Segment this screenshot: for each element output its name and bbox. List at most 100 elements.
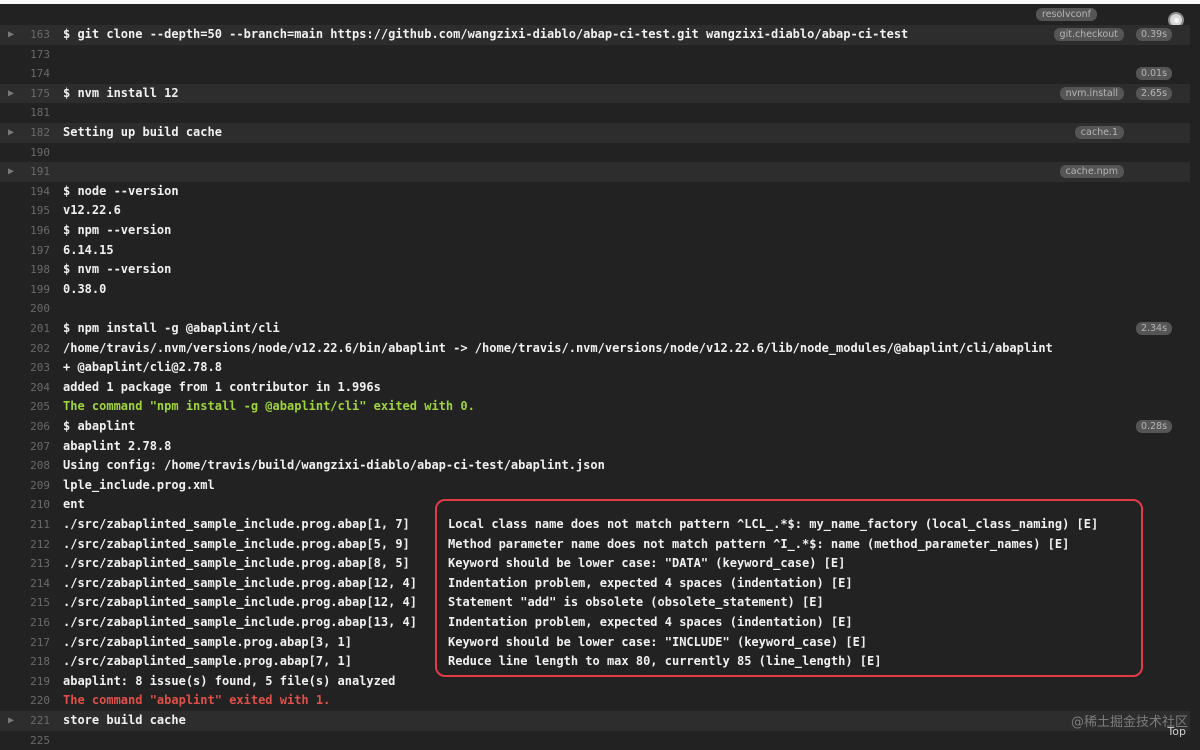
line-number[interactable]: 205 — [22, 397, 50, 417]
line-text: + @abaplint/cli@2.78.8 — [63, 360, 222, 375]
log-line: 219 abaplint: 8 issue(s) found, 5 file(s)… — [0, 672, 1190, 692]
line-number[interactable]: 210 — [22, 495, 50, 515]
lint-message: Keyword should be lower case: "DATA" (ke… — [448, 556, 846, 571]
fold-tag[interactable]: git.checkout — [1053, 28, 1124, 41]
fold-arrow-icon[interactable]: ▶ — [8, 162, 18, 182]
line-number[interactable]: 213 — [22, 554, 50, 574]
log-line: 217 ./src/zabaplinted_sample.prog.abap[3,… — [0, 633, 1190, 653]
line-number[interactable]: 200 — [22, 299, 50, 319]
line-number[interactable]: 204 — [22, 378, 50, 398]
line-number[interactable]: 194 — [22, 182, 50, 202]
log-line: 194 $ node --version — [0, 182, 1190, 202]
line-number[interactable]: 198 — [22, 260, 50, 280]
line-number[interactable]: 196 — [22, 221, 50, 241]
line-text: abaplint 2.78.8 — [63, 438, 172, 453]
line-text: added 1 package from 1 contributor in 1.… — [63, 379, 381, 394]
top-edge — [0, 0, 1200, 4]
line-text: The command "npm install -g @abaplint/cl… — [63, 399, 475, 414]
duration-badge: 0.01s — [1136, 67, 1172, 81]
line-text: /home/travis/.nvm/versions/node/v12.22.6… — [63, 340, 1053, 355]
fold-tag[interactable]: cache.npm — [1059, 165, 1124, 179]
line-number[interactable]: 202 — [22, 339, 50, 359]
line-number[interactable]: 217 — [22, 633, 50, 653]
log-line: 208 Using config: /home/travis/build/wang… — [0, 456, 1190, 476]
line-number[interactable]: 203 — [22, 358, 50, 378]
line-number[interactable]: 218 — [22, 652, 50, 672]
log-line: 225 — [0, 731, 1190, 750]
log-line: 201 $ npm install -g @abaplint/cli 2.34s — [0, 319, 1190, 339]
line-number[interactable]: 216 — [22, 613, 50, 633]
fold-arrow-icon[interactable]: ▶ — [8, 25, 18, 45]
line-number[interactable]: 225 — [22, 731, 50, 750]
line-number[interactable]: 190 — [22, 143, 50, 163]
line-number[interactable]: 195 — [22, 201, 50, 221]
line-number[interactable]: 173 — [22, 45, 50, 65]
line-number[interactable]: 208 — [22, 456, 50, 476]
line-text: 6.14.15 — [63, 242, 114, 257]
line-text: ./src/zabaplinted_sample_include.prog.ab… — [63, 595, 418, 610]
line-number[interactable]: 174 — [22, 64, 50, 84]
line-text: The command "abaplint" exited with 1. — [63, 693, 331, 708]
lint-message: Keyword should be lower case: "INCLUDE" … — [448, 634, 868, 649]
line-number[interactable]: 211 — [22, 515, 50, 535]
log-line: 218 ./src/zabaplinted_sample.prog.abap[7,… — [0, 652, 1190, 672]
fold-tag-resolvconf[interactable]: resolvconf — [1036, 8, 1097, 21]
log-line: 205 The command "npm install -g @abaplint… — [0, 397, 1190, 417]
log-line: 196 $ npm --version — [0, 221, 1190, 241]
line-text: $ abaplint — [63, 419, 136, 433]
line-number[interactable]: 221 — [22, 711, 50, 731]
log-line[interactable]: ▶ 221 store build cache — [0, 711, 1190, 731]
log-line[interactable]: ▶ 182 Setting up build cache cache.1 — [0, 123, 1190, 143]
line-number[interactable]: 181 — [22, 103, 50, 123]
line-number[interactable]: 197 — [22, 241, 50, 261]
fold-arrow-icon[interactable]: ▶ — [8, 84, 18, 104]
duration-badge: 2.34s — [1136, 322, 1172, 335]
log-line: 173 — [0, 45, 1190, 65]
log-line: 207 abaplint 2.78.8 — [0, 437, 1190, 457]
line-number[interactable]: 206 — [22, 417, 50, 437]
duration-badge: 0.28s — [1136, 420, 1172, 433]
line-text: ./src/zabaplinted_sample_include.prog.ab… — [63, 615, 418, 629]
log-line: 203 + @abaplint/cli@2.78.8 — [0, 358, 1190, 378]
line-text: v12.22.6 — [63, 203, 121, 218]
log-line[interactable]: ▶ 191 cache.npm — [0, 162, 1190, 182]
line-text: $ nvm install 12 — [63, 85, 179, 100]
lint-message: Method parameter name does not match pat… — [448, 536, 1070, 551]
line-number[interactable]: 219 — [22, 672, 50, 692]
line-number[interactable]: 207 — [22, 437, 50, 457]
line-number[interactable]: 191 — [22, 162, 50, 182]
line-text: $ git clone --depth=50 --branch=main htt… — [63, 27, 909, 41]
log-line: 200 — [0, 299, 1190, 319]
line-text: 0.38.0 — [63, 281, 107, 296]
line-number[interactable]: 163 — [22, 25, 50, 45]
fold-arrow-icon[interactable]: ▶ — [8, 123, 18, 143]
log-line: 215 ./src/zabaplinted_sample_include.prog… — [0, 593, 1190, 613]
line-text: $ node --version — [63, 183, 179, 198]
fold-arrow-icon[interactable]: ▶ — [8, 711, 18, 731]
line-text: abaplint: 8 issue(s) found, 5 file(s) an… — [63, 673, 396, 688]
duration-badge: 2.65s — [1136, 86, 1172, 100]
log-line[interactable]: ▶ 175 $ nvm install 12 nvm.install 2.65s — [0, 83, 1190, 104]
log-line: 181 — [0, 103, 1190, 123]
line-number[interactable]: 215 — [22, 593, 50, 613]
log-line: 190 — [0, 143, 1190, 163]
log-line[interactable]: ▶ 163 $ git clone --depth=50 --branch=main… — [0, 25, 1190, 45]
line-number[interactable]: 214 — [22, 574, 50, 594]
line-number[interactable]: 199 — [22, 280, 50, 300]
log-line: 212 ./src/zabaplinted_sample_include.prog… — [0, 535, 1190, 555]
line-number[interactable]: 212 — [22, 535, 50, 555]
log-line: 216 ./src/zabaplinted_sample_include.prog… — [0, 613, 1190, 633]
log-line: 209 lple_include.prog.xml — [0, 476, 1190, 496]
fold-tag[interactable]: cache.1 — [1074, 126, 1124, 139]
line-number[interactable]: 220 — [22, 691, 50, 711]
line-number[interactable]: 201 — [22, 319, 50, 339]
log-line: 210 ent — [0, 495, 1190, 515]
log-line: 220 The command "abaplint" exited with 1. — [0, 691, 1190, 711]
log-line: 195 v12.22.6 — [0, 201, 1190, 221]
log-line: 199 0.38.0 — [0, 280, 1190, 300]
line-number[interactable]: 175 — [22, 84, 50, 104]
line-text: ./src/zabaplinted_sample_include.prog.ab… — [63, 575, 418, 590]
line-number[interactable]: 182 — [22, 123, 50, 143]
line-number[interactable]: 209 — [22, 476, 50, 496]
fold-tag[interactable]: nvm.install — [1059, 86, 1124, 100]
